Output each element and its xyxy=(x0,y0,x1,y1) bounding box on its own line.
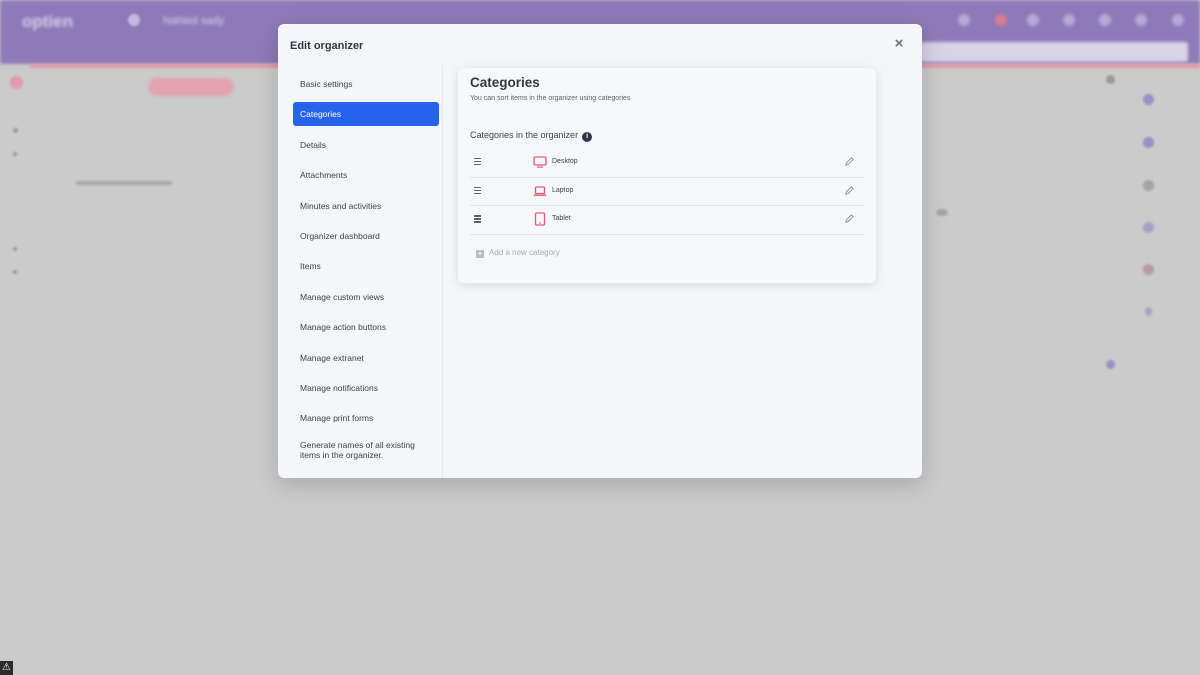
desktop-icon xyxy=(533,156,547,168)
nav-item-items[interactable]: Items xyxy=(293,254,439,278)
nav-item-details[interactable]: Details xyxy=(293,133,439,157)
background-dot xyxy=(1143,94,1154,105)
add-category-label: Add a new category xyxy=(489,248,560,257)
background-expand-icon xyxy=(1172,14,1184,26)
category-list: Desktop Laptop Tablet xyxy=(470,149,865,236)
category-row: Desktop xyxy=(470,149,865,178)
background-user-icon xyxy=(1099,14,1111,26)
background-logo: optien xyxy=(22,12,73,31)
category-row: Laptop xyxy=(470,178,865,207)
add-category-button[interactable]: + Add a new category xyxy=(476,248,560,258)
nav-item-attachments[interactable]: Attachments xyxy=(293,163,439,187)
settings-sidebar: Basic settings Categories Details Attach… xyxy=(293,72,439,466)
category-name: Desktop xyxy=(552,158,578,165)
background-dot xyxy=(13,247,17,251)
pencil-icon[interactable] xyxy=(844,185,855,196)
categories-section-title: Categories in the organizer i xyxy=(470,130,593,142)
background-help-icon xyxy=(1063,14,1075,26)
background-avatar-icon xyxy=(128,14,140,26)
sidebar-divider xyxy=(442,66,443,478)
nav-item-basic-settings[interactable]: Basic settings xyxy=(293,72,439,96)
background-settings-icon xyxy=(1135,14,1147,26)
background-dot xyxy=(936,209,948,216)
background-text-placeholder xyxy=(76,181,172,185)
nav-item-categories[interactable]: Categories xyxy=(293,102,439,127)
background-dot xyxy=(1143,180,1154,191)
corner-badge-icon: ⚠ xyxy=(0,661,13,675)
nav-item-organizer-dashboard[interactable]: Organizer dashboard xyxy=(293,224,439,248)
drag-handle-icon[interactable] xyxy=(474,186,482,195)
category-row: Tablet xyxy=(470,206,865,236)
categories-subtitle: You can sort items in the organizer usin… xyxy=(470,95,631,102)
pencil-icon[interactable] xyxy=(844,156,855,167)
background-dot xyxy=(1106,360,1115,369)
dialog-title: Edit organizer xyxy=(290,40,364,52)
background-chat-icon xyxy=(1027,14,1039,26)
background-toolbar xyxy=(920,42,1188,62)
nav-item-minutes-and-activities[interactable]: Minutes and activities xyxy=(293,194,439,218)
nav-item-generate-names[interactable]: Generate names of all existing items in … xyxy=(293,437,439,460)
category-name: Tablet xyxy=(552,215,571,223)
nav-item-manage-custom-views[interactable]: Manage custom views xyxy=(293,285,439,309)
background-dot xyxy=(1143,222,1154,233)
section-title-text: Categories in the organizer xyxy=(470,130,579,140)
laptop-icon xyxy=(533,186,547,196)
background-dot xyxy=(13,152,17,156)
info-icon[interactable]: i xyxy=(582,132,593,142)
close-button[interactable]: × xyxy=(892,36,906,51)
background-dot xyxy=(10,76,23,89)
drag-handle-icon[interactable] xyxy=(474,215,482,223)
background-dot xyxy=(13,128,18,133)
background-dot xyxy=(1145,307,1152,316)
categories-title: Categories xyxy=(470,75,540,90)
nav-item-manage-action-buttons[interactable]: Manage action buttons xyxy=(293,315,439,339)
tablet-icon xyxy=(534,212,546,227)
background-notification-icon xyxy=(995,14,1007,26)
nav-item-manage-notifications[interactable]: Manage notifications xyxy=(293,376,439,400)
background-dot xyxy=(13,270,17,274)
drag-handle-icon[interactable] xyxy=(474,158,482,166)
category-name: Laptop xyxy=(552,186,574,194)
background-dot xyxy=(1106,75,1115,84)
background-dot xyxy=(1143,264,1154,275)
background-search-icon xyxy=(958,14,970,26)
plus-icon: + xyxy=(476,249,484,258)
edit-organizer-dialog: Edit organizer × Basic settings Categori… xyxy=(278,24,922,478)
nav-item-manage-print-forms[interactable]: Manage print forms xyxy=(293,406,439,430)
nav-item-manage-extranet[interactable]: Manage extranet xyxy=(293,346,439,370)
categories-card: Categories You can sort items in the org… xyxy=(458,68,876,283)
background-pill-button xyxy=(148,78,234,96)
pencil-icon[interactable] xyxy=(844,213,855,224)
background-dot xyxy=(1143,137,1154,148)
background-title: Nahled sady xyxy=(163,15,225,27)
